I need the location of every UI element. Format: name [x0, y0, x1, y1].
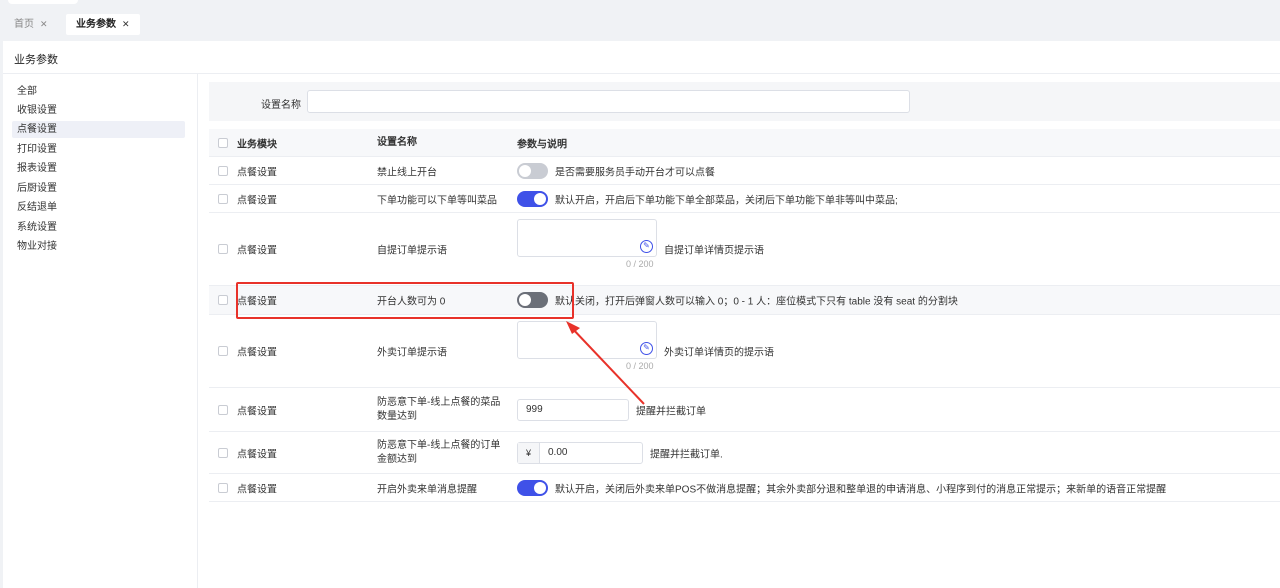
sidebar-item-kitchen[interactable]: 后厨设置: [12, 180, 185, 197]
sidebar-item-system[interactable]: 系统设置: [12, 219, 185, 236]
row-name: 防恶意下单-线上点餐的菜品数量达到: [377, 396, 501, 422]
currency-prefix: ¥: [518, 442, 540, 463]
row-name: 外卖订单提示语: [377, 347, 447, 359]
tab-label: 首页: [14, 19, 34, 30]
search-input[interactable]: [307, 90, 910, 113]
row-checkbox[interactable]: [218, 165, 228, 176]
row-module: 点餐设置: [237, 195, 277, 206]
row-checkbox[interactable]: [218, 482, 228, 493]
sidebar-item-cashier[interactable]: 收银设置: [12, 102, 185, 119]
tab-label: 业务参数: [76, 19, 116, 30]
row-desc: 提醒并拦截订单.: [650, 449, 723, 460]
row-desc: 是否需要服务员手动开台才可以点餐: [555, 167, 715, 178]
row-module: 点餐设置: [237, 167, 277, 178]
row-checkbox[interactable]: [218, 447, 228, 458]
search-label: 设置名称: [261, 100, 301, 111]
sidebar-item-property[interactable]: 物业对接: [12, 238, 185, 255]
row-name: 禁止线上开台: [377, 167, 437, 178]
row-desc: 自提订单详情页提示语: [664, 245, 764, 257]
select-all-checkbox[interactable]: [218, 137, 228, 148]
window-top-strip: [0, 0, 1280, 8]
search-bar: 设置名称: [209, 82, 1280, 121]
table-row: 点餐设置 下单功能可以下单等叫菜品 默认开启，开启后下单功能下单全部菜品，关闭后…: [209, 185, 1280, 213]
close-icon[interactable]: ✕: [40, 19, 48, 29]
top-pill: [8, 0, 78, 4]
amount-input[interactable]: ¥ 0.00: [517, 441, 643, 464]
tip-textarea[interactable]: ✎: [517, 219, 657, 257]
table-row: 点餐设置 禁止线上开台 是否需要服务员手动开台才可以点餐: [209, 157, 1280, 185]
header-module: 业务模块: [237, 139, 277, 150]
close-icon[interactable]: ✕: [122, 19, 130, 29]
tab-business-params[interactable]: 业务参数 ✕: [66, 14, 140, 35]
annotation-highlight-box: [236, 282, 574, 319]
emoji-icon[interactable]: ✎: [640, 240, 653, 253]
toggle-switch[interactable]: [517, 479, 548, 496]
char-counter: 0 / 200: [626, 259, 654, 269]
table-row: 点餐设置 开启外卖来单消息提醒 默认开启，关闭后外卖来单POS不做消息提醒；其余…: [209, 474, 1280, 502]
table-row: 点餐设置 防恶意下单-线上点餐的订单金额达到 ¥ 0.00 提醒并拦截订单.: [209, 432, 1280, 474]
annotation-arrow-icon: [566, 321, 645, 405]
row-checkbox[interactable]: [218, 193, 228, 204]
table-row: 点餐设置 外卖订单提示语 ✎ 0 / 200 外卖订单详情页的提示语: [209, 315, 1280, 388]
row-name: 下单功能可以下单等叫菜品: [377, 195, 497, 206]
row-module: 点餐设置: [237, 449, 277, 460]
table-header: 业务模块 设置名称 参数与说明: [209, 129, 1280, 157]
row-desc: 默认开启，开启后下单功能下单全部菜品，关闭后下单功能下单非等叫中菜品;: [555, 195, 898, 206]
row-name: 防恶意下单-线上点餐的订单金额达到: [377, 439, 501, 465]
header-name: 设置名称: [377, 136, 417, 148]
row-name: 自提订单提示语: [377, 245, 447, 257]
row-desc: 外卖订单详情页的提示语: [664, 347, 774, 359]
row-checkbox[interactable]: [218, 244, 228, 254]
row-desc: 默认开启，关闭后外卖来单POS不做消息提醒；其余外卖部分退和整单退的申请消息、小…: [555, 484, 1167, 495]
row-checkbox[interactable]: [218, 346, 228, 356]
row-module: 点餐设置: [237, 484, 277, 495]
table-row: 点餐设置 防恶意下单-线上点餐的菜品数量达到 999 提醒并拦截订单: [209, 388, 1280, 432]
table-row: 点餐设置 自提订单提示语 ✎ 0 / 200 自提订单详情页提示语: [209, 213, 1280, 286]
toggle-switch[interactable]: [517, 190, 548, 207]
row-module: 点餐设置: [237, 406, 277, 417]
tab-home[interactable]: 首页 ✕: [4, 14, 58, 35]
row-module: 点餐设置: [237, 347, 277, 359]
sidebar-item-refund[interactable]: 反结退单: [12, 199, 185, 216]
row-checkbox[interactable]: [218, 404, 228, 415]
sidebar-item-print[interactable]: 打印设置: [12, 141, 185, 158]
amount-value: 0.00: [548, 446, 568, 458]
sidebar-item-all[interactable]: 全部: [12, 83, 185, 100]
sidebar: 全部 收银设置 点餐设置 打印设置 报表设置 后厨设置 反结退单 系统设置 物业…: [3, 74, 198, 588]
row-module: 点餐设置: [237, 245, 277, 257]
sidebar-item-ordering[interactable]: 点餐设置: [12, 121, 185, 138]
row-name: 开启外卖来单消息提醒: [377, 484, 477, 495]
tabs-bar: 首页 ✕ 业务参数 ✕: [0, 10, 1280, 38]
toggle-switch[interactable]: [517, 162, 548, 179]
page-title: 业务参数: [14, 54, 58, 66]
sidebar-item-report[interactable]: 报表设置: [12, 160, 185, 177]
row-checkbox[interactable]: [218, 295, 228, 305]
row-desc: 默认关闭，打开后弹窗人数可以输入 0；0 - 1 人：座位模式下只有 table…: [555, 296, 958, 308]
header-param: 参数与说明: [517, 139, 567, 150]
